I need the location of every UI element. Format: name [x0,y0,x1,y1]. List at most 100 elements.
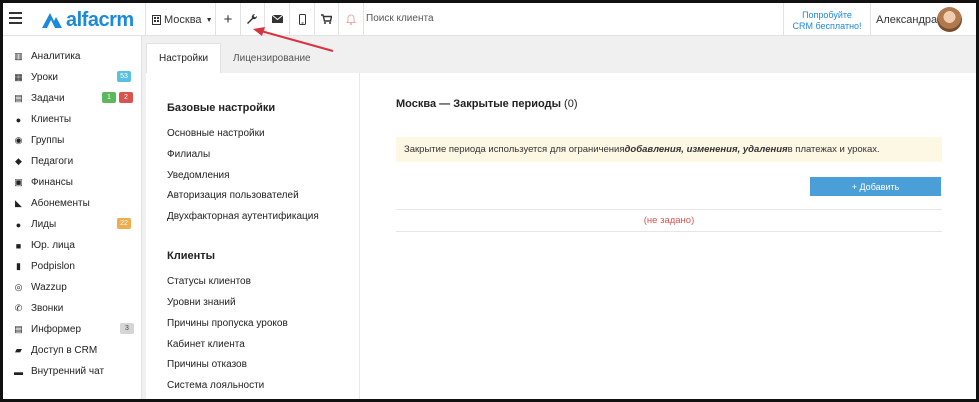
settings-link-notifications[interactable]: Уведомления [167,170,230,181]
sidebar-item-label: Группы [31,135,65,146]
chat-icon: ▬ [14,366,23,377]
settings-link-user-auth[interactable]: Авторизация пользователей [167,190,299,201]
alert-text-prefix: Закрытие периода используется для ограни… [404,144,625,155]
tab-licensing[interactable]: Лицензирование [221,43,323,73]
empty-state-text: (не задано) [643,215,695,226]
sidebar-item-label: Лиды [31,219,57,230]
app-window: alfacrm Москва ▼ + Поиск клиента Попробу… [0,0,979,402]
envelope-icon[interactable] [268,10,286,28]
settings-link-loyalty[interactable]: Система лояльности [167,380,264,391]
settings-link-rejection-reasons[interactable]: Причины отказов [167,359,247,370]
closed-periods-panel: Москва — Закрытые периоды (0) Закрытие п… [360,73,976,399]
building-icon [152,15,161,25]
sidebar-item-internal-chat[interactable]: ▬ Внутренний чат [3,361,142,382]
bell-icon[interactable] [342,10,360,28]
sidebar-item-wazzup[interactable]: ◎ Wazzup [3,277,142,298]
tab-settings[interactable]: Настройки [146,43,222,73]
users-icon: ◉ [14,135,23,145]
chart-icon: ▥ [14,51,23,61]
leads-count-badge: 22 [117,218,131,229]
table-divider [396,231,942,232]
toolbar-divider [314,3,315,36]
free-trial-link[interactable]: Попробуйте CRM бесплатно! [787,10,867,32]
settings-link-client-cabinet[interactable]: Кабинет клиента [167,339,245,350]
toolbar-divider [289,3,290,36]
sidebar-item-label: Клиенты [31,114,72,125]
logo-text: alfacrm [66,8,134,31]
sidebar-item-legal-entities[interactable]: ■ Юр. лица [3,235,142,256]
sidebar-item-label: Педагоги [31,156,74,167]
sidebar-item-label: Звонки [31,303,64,314]
sidebar-item-leads[interactable]: ● Лиды 22 [3,214,142,235]
sidebar-item-calls[interactable]: ✆ Звонки [3,298,142,319]
settings-link-absence-reasons[interactable]: Причины пропуска уроков [167,318,288,329]
toolbar-divider [783,3,784,36]
file-icon: ▮ [16,261,21,271]
briefcase-icon: ■ [15,240,22,251]
sidebar: ▥ Аналитика ▦ Уроки 53 ▤ Задачи 1 2 ● Кл… [3,36,142,399]
toolbar-divider [338,3,339,36]
toolbar-divider [870,3,871,36]
cart-icon[interactable] [317,10,335,28]
add-closed-period-button[interactable]: + Добавить [810,177,941,196]
page-title: Москва — Закрытые периоды (0) [396,98,578,110]
sidebar-item-subscriptions[interactable]: ◣ Абонементы [3,193,142,214]
sidebar-item-analytics[interactable]: ▥ Аналитика [3,46,142,67]
tasks-overdue-badge: 2 [119,92,133,103]
caret-down-icon: ▼ [205,16,213,24]
phone-icon[interactable] [293,10,311,28]
sidebar-item-crm-access[interactable]: ▰ Доступ в CRM [3,340,142,361]
sidebar-item-clients[interactable]: ● Клиенты [3,109,142,130]
settings-link-knowledge-levels[interactable]: Уровни знаний [167,297,236,308]
promo-line-1: Попробуйте [802,10,852,20]
info-alert: Закрытие периода используется для ограни… [396,137,942,162]
sidebar-item-finance[interactable]: ▣ Финансы [3,172,142,193]
promo-line-2: CRM бесплатно! [792,21,862,31]
section-title-clients: Клиенты [167,250,216,262]
toolbar-divider [240,3,241,36]
wrench-icon[interactable] [243,10,261,28]
sidebar-item-informer[interactable]: ▤ Информер 3 [3,319,142,340]
sidebar-item-lessons[interactable]: ▦ Уроки 53 [3,67,142,88]
page-title-text: Москва — Закрытые периоды [396,98,561,110]
alert-text-suffix: в платежах и уроках. [787,144,880,155]
sidebar-item-label: Wazzup [31,282,67,293]
user-name[interactable]: Александра [876,14,937,26]
settings-link-branches[interactable]: Филиалы [167,149,210,160]
informer-count-badge: 3 [120,323,134,334]
sidebar-item-label: Уроки [31,72,58,83]
sidebar-item-label: Абонементы [31,198,90,209]
sidebar-item-groups[interactable]: ◉ Группы [3,130,142,151]
tasks-icon: ▤ [14,93,23,103]
top-bar: alfacrm Москва ▼ + Поиск клиента Попробу… [3,3,976,36]
tasks-done-badge: 1 [102,92,116,103]
money-icon: ▣ [14,177,23,187]
closed-periods-count: (0) [564,98,578,110]
sidebar-item-label: Podpislon [31,261,75,272]
sidebar-item-label: Доступ в CRM [31,345,98,356]
client-search-input[interactable] [366,13,566,24]
graduation-cap-icon: ◆ [15,156,22,166]
sidebar-item-podpislon[interactable]: ▮ Podpislon [3,256,142,277]
settings-tabs: Настройки Лицензирование [146,43,323,73]
alert-text-bold: добавления, изменения, удаления [624,144,788,155]
plus-icon[interactable]: + [219,10,237,28]
toolbar-divider [264,3,265,36]
sidebar-item-teachers[interactable]: ◆ Педагоги [3,151,142,172]
menu-icon[interactable] [9,12,22,24]
settings-link-2fa[interactable]: Двухфакторная аутентификация [167,211,319,222]
settings-link-main[interactable]: Основные настройки [167,128,265,139]
clipboard-icon: ▤ [14,324,23,334]
section-title-basic: Базовые настройки [167,102,276,114]
settings-link-client-statuses[interactable]: Статусы клиентов [167,276,251,287]
avatar[interactable] [937,7,962,32]
sidebar-item-label: Юр. лица [31,240,75,251]
phone-call-icon: ✆ [14,303,23,313]
sidebar-item-label: Финансы [31,177,73,188]
branch-selector[interactable]: Москва ▼ [152,14,213,26]
logo[interactable]: alfacrm [41,9,134,31]
sidebar-item-label: Информер [31,324,82,335]
sidebar-item-label: Задачи [31,93,65,104]
table-divider [396,209,942,210]
sidebar-item-tasks[interactable]: ▤ Задачи 1 2 [3,88,142,109]
